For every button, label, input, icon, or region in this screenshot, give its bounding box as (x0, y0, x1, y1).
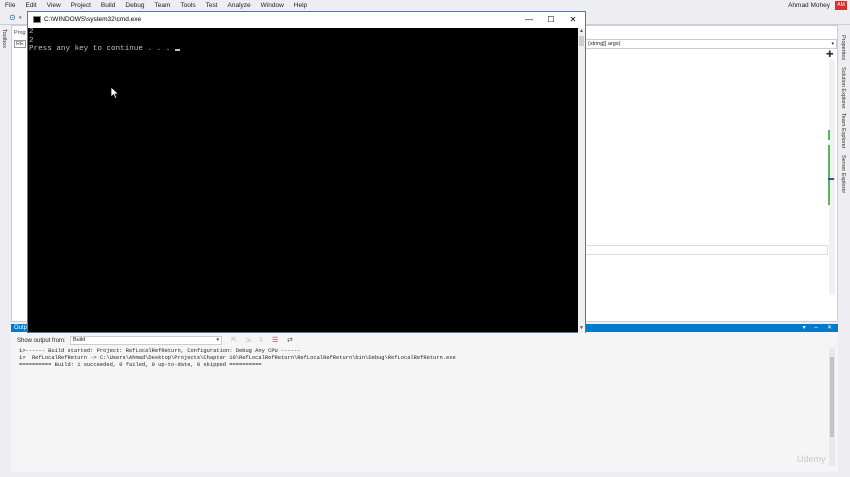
right-tool-strip: Properties Solution Explorer Team Explor… (838, 25, 850, 325)
team-explorer-tab[interactable]: Team Explorer (840, 113, 846, 148)
account-name[interactable]: Ahmad Mohey (788, 0, 830, 11)
menu-view[interactable]: View (42, 0, 66, 11)
text-cursor (174, 49, 180, 52)
project-dropdown[interactable]: RE (14, 40, 26, 48)
menu-team[interactable]: Team (150, 0, 176, 11)
menu-help[interactable]: Help (289, 0, 312, 11)
change-marker (828, 130, 830, 140)
avatar[interactable]: AM (835, 1, 847, 10)
member-navigation-value: (string[] args) (588, 41, 621, 47)
menu-tools[interactable]: Tools (175, 0, 200, 11)
cmd-icon (33, 16, 41, 23)
toolbox-tab[interactable]: Toolbox (1, 29, 7, 48)
cmd-window: C:\WINDOWS\system32\cmd.exe — ☐ ✕ 2 2 Pres… (27, 11, 586, 333)
output-text: 1>------ Build started: Project: RefLoca… (19, 348, 829, 369)
output-line: ========== Build: 1 succeeded, 0 failed,… (19, 362, 262, 368)
caret-marker (828, 178, 834, 180)
output-line: 1>------ Build started: Project: RefLoca… (19, 348, 301, 354)
output-panel-controls[interactable]: ▾ ⇔ ✕ (803, 324, 835, 332)
goto-previous-icon[interactable]: ⇱ (231, 336, 237, 344)
chevron-down-icon: ▾ (831, 41, 834, 47)
status-bar (11, 472, 838, 477)
left-tool-strip: Toolbox (0, 25, 11, 325)
menu-edit[interactable]: Edit (20, 0, 41, 11)
menu-build[interactable]: Build (96, 0, 120, 11)
console-line: 2 (29, 28, 34, 36)
menu-project[interactable]: Project (66, 0, 96, 11)
word-wrap-icon[interactable]: ⇄ (287, 336, 293, 344)
output-scrollbar-thumb[interactable] (830, 357, 834, 437)
close-button[interactable]: ✕ (562, 14, 584, 26)
menu-analyze[interactable]: Analyze (223, 0, 256, 11)
back-dropdown-icon[interactable]: ▾ (19, 15, 22, 21)
output-line: 1> RefLocalRefReturn -> C:\Users\Ahmad\D… (19, 355, 456, 361)
chevron-down-icon: ▾ (216, 337, 219, 343)
show-output-label: Show output from: (17, 338, 66, 344)
output-source-select[interactable]: Build ▾ (70, 336, 222, 345)
member-navigation-dropdown[interactable]: (string[] args) ▾ (585, 39, 837, 49)
output-source-value: Build (73, 337, 86, 343)
watermark-logo: Udemy (797, 454, 826, 464)
scroll-up-icon[interactable]: ▲ (578, 28, 585, 35)
editor-splitter[interactable] (585, 245, 828, 255)
menu-bar: File Edit View Project Build Debug Team … (0, 0, 850, 11)
console-line: Press any key to continue . . . (29, 45, 577, 54)
add-icon[interactable]: ✚ (826, 49, 834, 60)
console-line: 2 (29, 36, 34, 45)
scroll-down-icon[interactable]: ▼ (578, 325, 585, 332)
cmd-scrollbar[interactable] (578, 28, 585, 333)
find-icon[interactable]: ⇳ (258, 336, 264, 344)
menu-debug[interactable]: Debug (120, 0, 149, 11)
output-panel-title: Outp (14, 325, 28, 331)
menu-test[interactable]: Test (201, 0, 223, 11)
back-icon[interactable]: ⊙ (9, 13, 16, 22)
server-explorer-tab[interactable]: Server Explorer (840, 155, 846, 193)
minimize-button[interactable]: — (518, 14, 540, 26)
console-prompt: Press any key to continue . . . (29, 45, 175, 54)
menu-window[interactable]: Window (256, 0, 289, 11)
cmd-title: C:\WINDOWS\system32\cmd.exe (44, 16, 142, 23)
mouse-pointer-icon (111, 87, 119, 99)
change-marker (828, 145, 830, 205)
maximize-button[interactable]: ☐ (540, 14, 562, 26)
menu-file[interactable]: File (0, 0, 20, 11)
console-output[interactable]: 2 2 Press any key to continue . . . (29, 28, 577, 332)
properties-tab[interactable]: Properties (840, 35, 846, 60)
cmd-title-bar[interactable]: C:\WINDOWS\system32\cmd.exe — ☐ ✕ (28, 12, 585, 28)
cmd-scrollbar-thumb[interactable] (579, 36, 584, 46)
clear-all-icon[interactable]: ☰ (272, 336, 278, 344)
solution-explorer-tab[interactable]: Solution Explorer (840, 67, 846, 109)
goto-next-icon[interactable]: ⇲ (245, 336, 251, 344)
document-tab[interactable]: Prog (14, 30, 26, 36)
